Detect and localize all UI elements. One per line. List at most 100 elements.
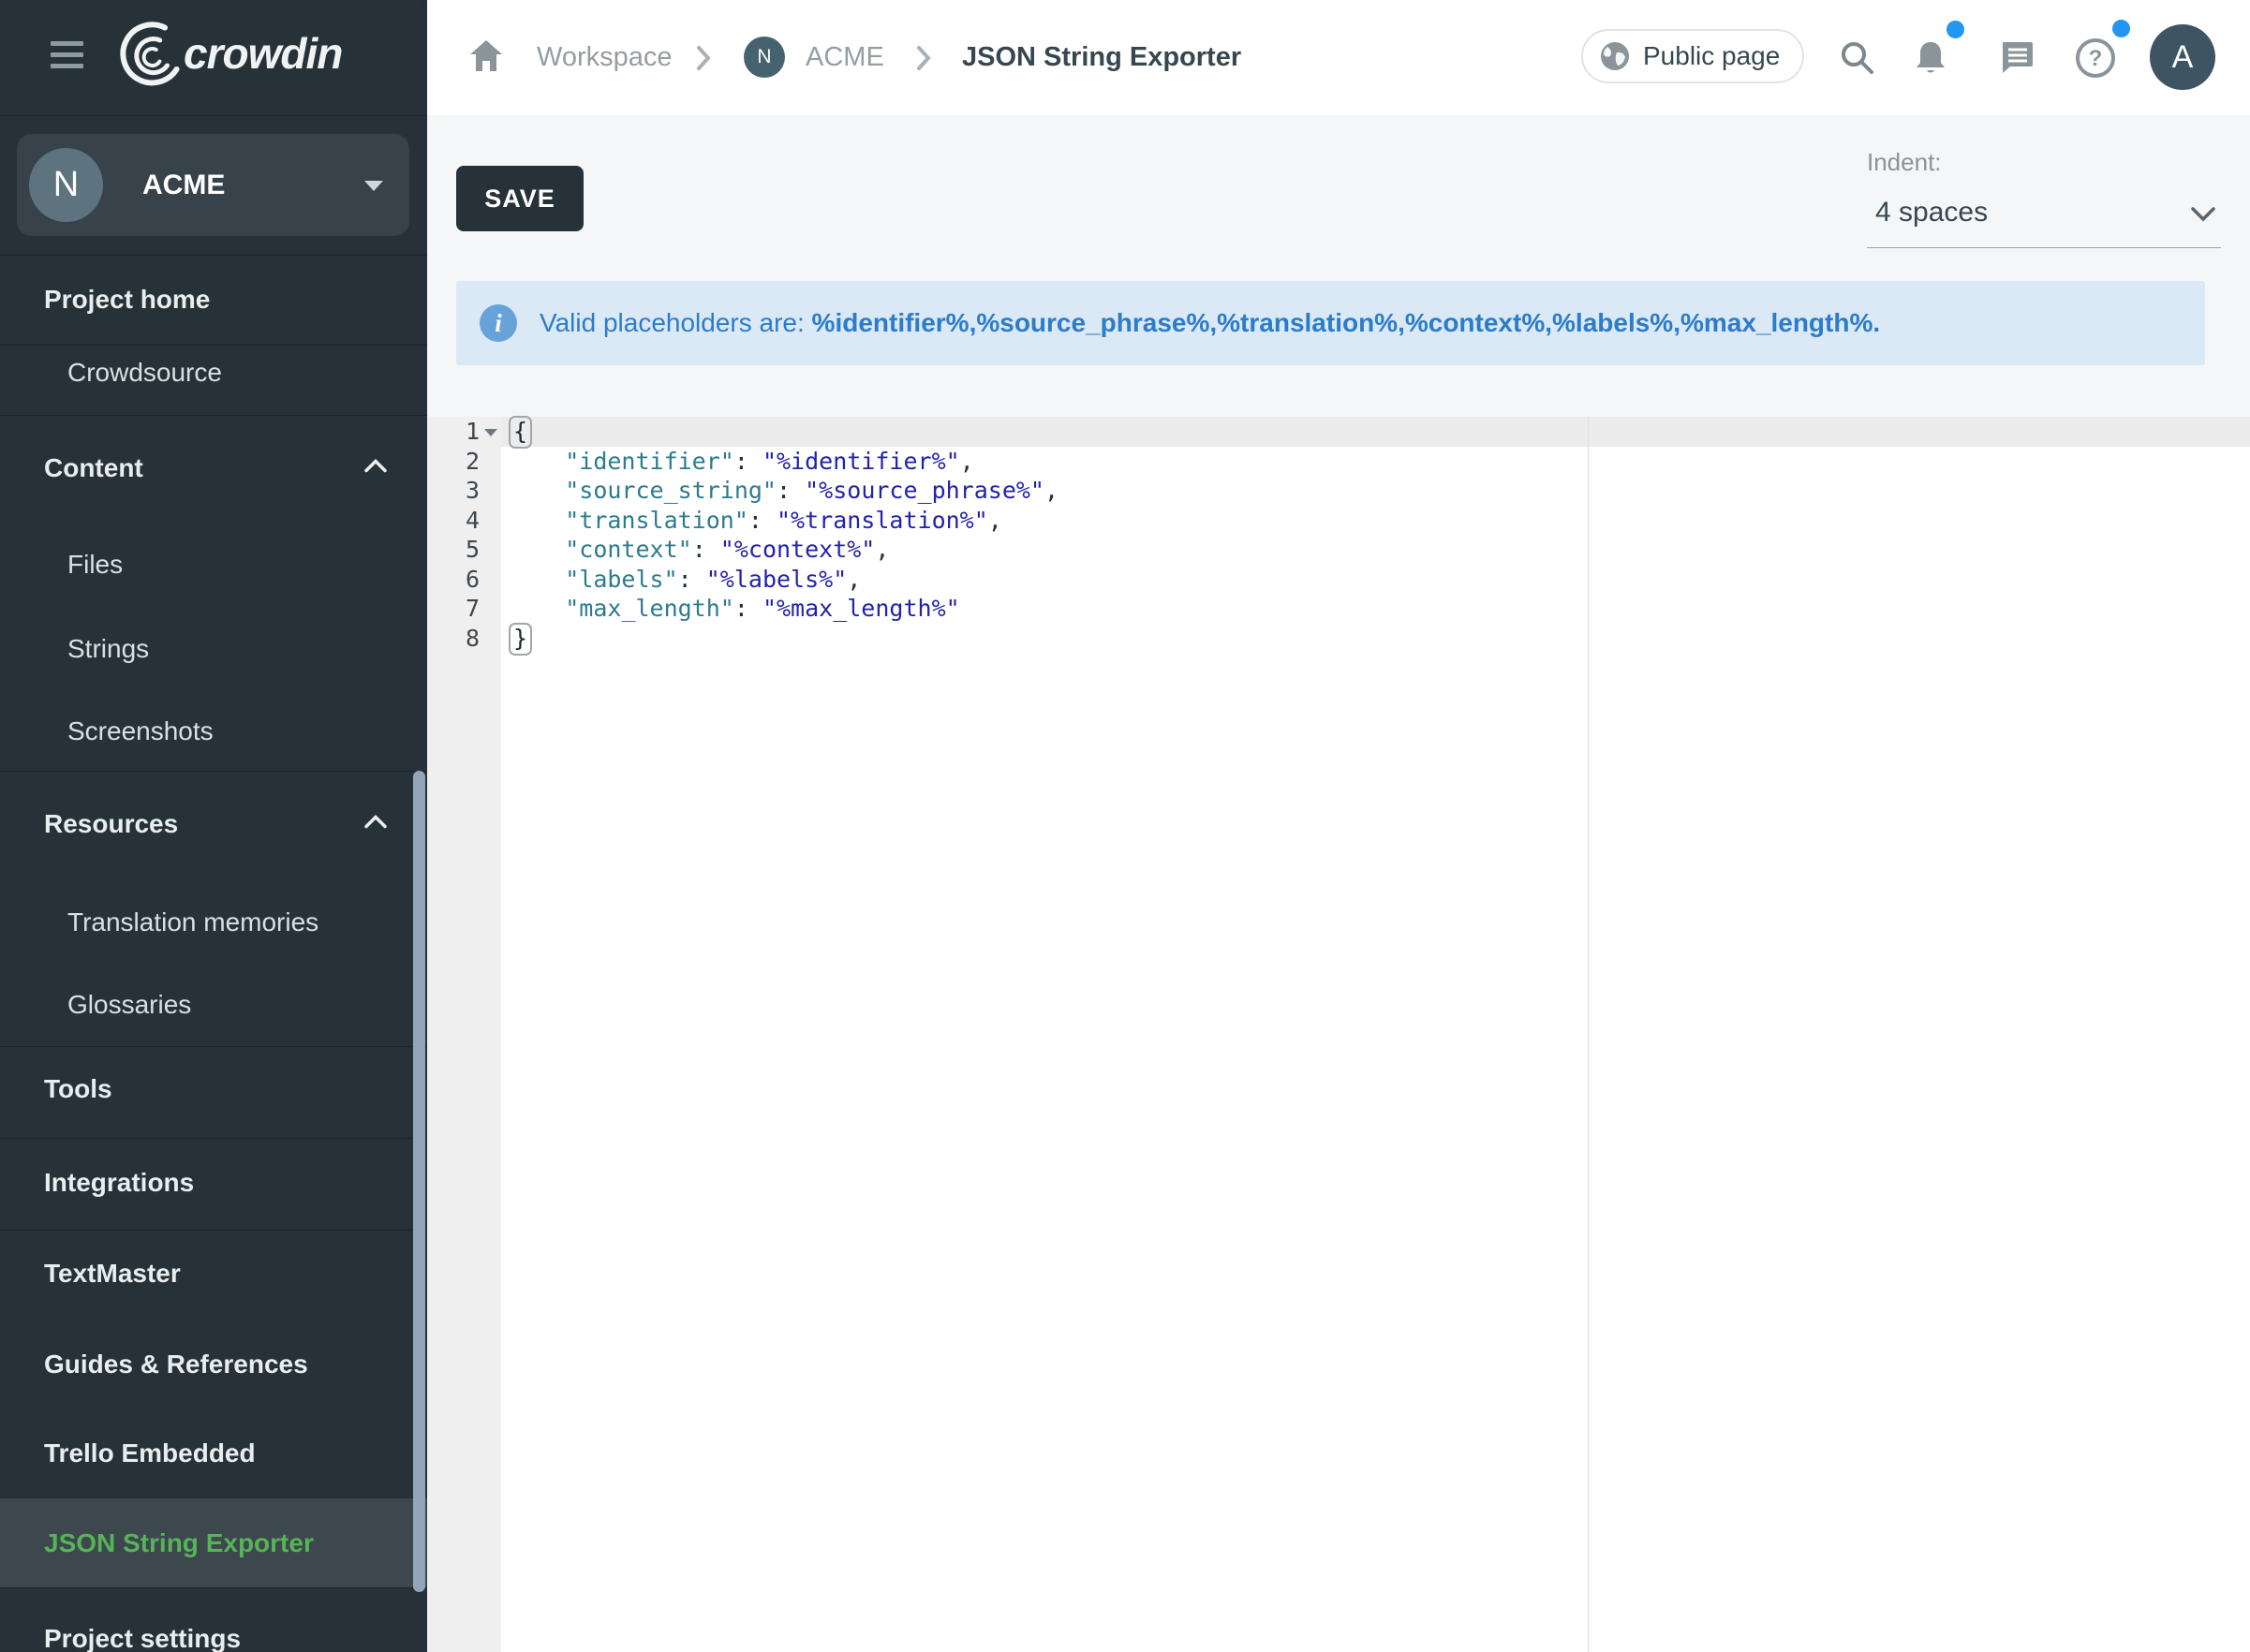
help-icon[interactable]: ? (2074, 0, 2117, 115)
crowdin-logo-icon[interactable] (114, 21, 182, 96)
token-key: "identifier" (565, 448, 734, 475)
code-line-7[interactable]: 7 "max_length": "%max_length%" (427, 594, 2250, 624)
code-text: "identifier": "%identifier%", (509, 447, 974, 477)
sidebar-item-strings[interactable]: Strings (67, 634, 149, 664)
banner-text: Valid placeholders are: %identifier%, %s… (540, 281, 1880, 365)
menu-toggle-icon[interactable] (51, 41, 83, 73)
banner-placeholder: %context%, (1405, 308, 1552, 338)
sidebar-item-glossaries[interactable]: Glossaries (67, 990, 191, 1020)
fold-arrow-icon[interactable] (484, 429, 497, 436)
chevron-down-icon (364, 181, 383, 191)
token-punct: , (847, 566, 861, 593)
messages-icon[interactable] (1995, 0, 2038, 115)
token-value: "%context%" (720, 536, 876, 563)
code-text: { (509, 417, 532, 447)
sidebar-divider (0, 415, 427, 416)
banner-placeholder: %source_phrase%, (976, 308, 1217, 338)
sidebar-item-project-home[interactable]: Project home (44, 285, 210, 315)
notifications-bell-icon[interactable] (1909, 0, 1952, 115)
breadcrumb-workspace[interactable]: Workspace (537, 0, 673, 115)
breadcrumb-project[interactable]: ACME (806, 0, 884, 115)
token-brace: { (509, 416, 532, 449)
sidebar-logo-row: crowdin (0, 0, 427, 116)
sidebar-item-content[interactable]: Content (44, 453, 143, 483)
sidebar-item-trello-embedded[interactable]: Trello Embedded (44, 1438, 256, 1468)
code-line-4[interactable]: 4 "translation": "%translation%", (427, 506, 2250, 536)
sidebar-item-project-settings[interactable]: Project settings (44, 1624, 241, 1652)
notifications-badge (1947, 21, 1964, 38)
public-page-button[interactable]: Public page (1581, 29, 1804, 83)
indent-select-underline (1867, 247, 2221, 248)
banner-placeholder: %max_length%. (1680, 308, 1880, 338)
token-brace: } (509, 623, 532, 656)
top-bar: Workspace N ACME JSON String Exporter Pu… (427, 0, 2250, 115)
save-button[interactable]: SAVE (456, 166, 584, 231)
line-number: 1 (427, 417, 480, 447)
banner-prefix: Valid placeholders are: (540, 308, 812, 338)
sidebar-divider (0, 1138, 427, 1139)
sidebar-item-textmaster[interactable]: TextMaster (44, 1259, 181, 1289)
sidebar-divider (0, 1587, 427, 1588)
app-root: crowdin N ACME Project home Crowdsource Co… (0, 0, 2250, 1652)
sidebar-item-integrations[interactable]: Integrations (44, 1168, 194, 1198)
line-number: 2 (427, 447, 480, 477)
code-text: "context": "%context%", (509, 535, 889, 565)
editor-code-rows: 1{2 "identifier": "%identifier%",3 "sour… (427, 417, 2250, 653)
chevron-right-icon (696, 45, 711, 76)
sidebar-divider (0, 771, 427, 772)
home-icon[interactable] (467, 37, 505, 80)
project-switcher[interactable]: N ACME (17, 134, 409, 236)
sidebar-item-json-string-exporter[interactable]: JSON String Exporter (44, 1528, 314, 1558)
token-punct: : (748, 507, 777, 534)
code-line-3[interactable]: 3 "source_string": "%source_phrase%", (427, 476, 2250, 506)
sidebar-item-files[interactable]: Files (67, 550, 123, 580)
code-text: } (509, 624, 532, 654)
code-line-8[interactable]: 8} (427, 624, 2250, 654)
token-value: "%labels%" (706, 566, 848, 593)
sidebar-scrollbar[interactable] (413, 771, 425, 1592)
token-value: "%source_phrase%" (805, 477, 1044, 504)
chevron-up-icon[interactable] (363, 459, 388, 479)
chevron-right-icon (916, 45, 931, 76)
sidebar-item-resources[interactable]: Resources (44, 809, 178, 839)
svg-text:?: ? (2089, 46, 2103, 71)
info-icon: i (480, 304, 517, 342)
token-punct: : (678, 566, 706, 593)
banner-placeholder: %identifier%, (812, 308, 977, 338)
code-line-6[interactable]: 6 "labels": "%labels%", (427, 565, 2250, 595)
project-avatar: N (29, 148, 103, 222)
public-page-label: Public page (1643, 41, 1780, 71)
chevron-up-icon[interactable] (363, 815, 388, 834)
token-value: "%max_length%" (762, 595, 960, 622)
code-line-1[interactable]: 1{ (427, 417, 2250, 447)
search-icon[interactable] (1838, 0, 1877, 115)
code-line-5[interactable]: 5 "context": "%context%", (427, 535, 2250, 565)
sidebar-item-translation-memories[interactable]: Translation memories (67, 907, 318, 937)
token-punct (509, 477, 565, 504)
crowdin-logo-text[interactable]: crowdin (184, 28, 342, 79)
sidebar-item-guides-references[interactable]: Guides & References (44, 1350, 308, 1379)
indent-selected-value: 4 spaces (1875, 197, 1988, 229)
project-name: ACME (142, 134, 225, 236)
sidebar-item-tools[interactable]: Tools (44, 1074, 112, 1104)
token-value: "%translation%" (777, 507, 988, 534)
sidebar: crowdin N ACME Project home Crowdsource Co… (0, 0, 427, 1652)
chevron-down-icon (2189, 205, 2217, 229)
sidebar-item-screenshots[interactable]: Screenshots (67, 716, 214, 746)
token-punct: , (988, 507, 1002, 534)
code-text: "source_string": "%source_phrase%", (509, 476, 1058, 506)
sidebar-divider (0, 1230, 427, 1231)
sidebar-divider (0, 345, 427, 346)
token-punct: : (734, 595, 762, 622)
indent-select[interactable]: 4 spaces (1867, 192, 2221, 248)
sidebar-item-crowdsource[interactable]: Crowdsource (67, 358, 222, 388)
user-avatar[interactable]: A (2150, 24, 2215, 90)
line-number: 5 (427, 535, 480, 565)
token-punct: , (1044, 477, 1058, 504)
breadcrumb-project-avatar[interactable]: N (744, 37, 785, 78)
code-editor[interactable]: 1{2 "identifier": "%identifier%",3 "sour… (427, 417, 2250, 1652)
line-number: 6 (427, 565, 480, 595)
token-punct: , (875, 536, 889, 563)
code-line-2[interactable]: 2 "identifier": "%identifier%", (427, 447, 2250, 477)
breadcrumb-page-title: JSON String Exporter (962, 0, 1241, 115)
